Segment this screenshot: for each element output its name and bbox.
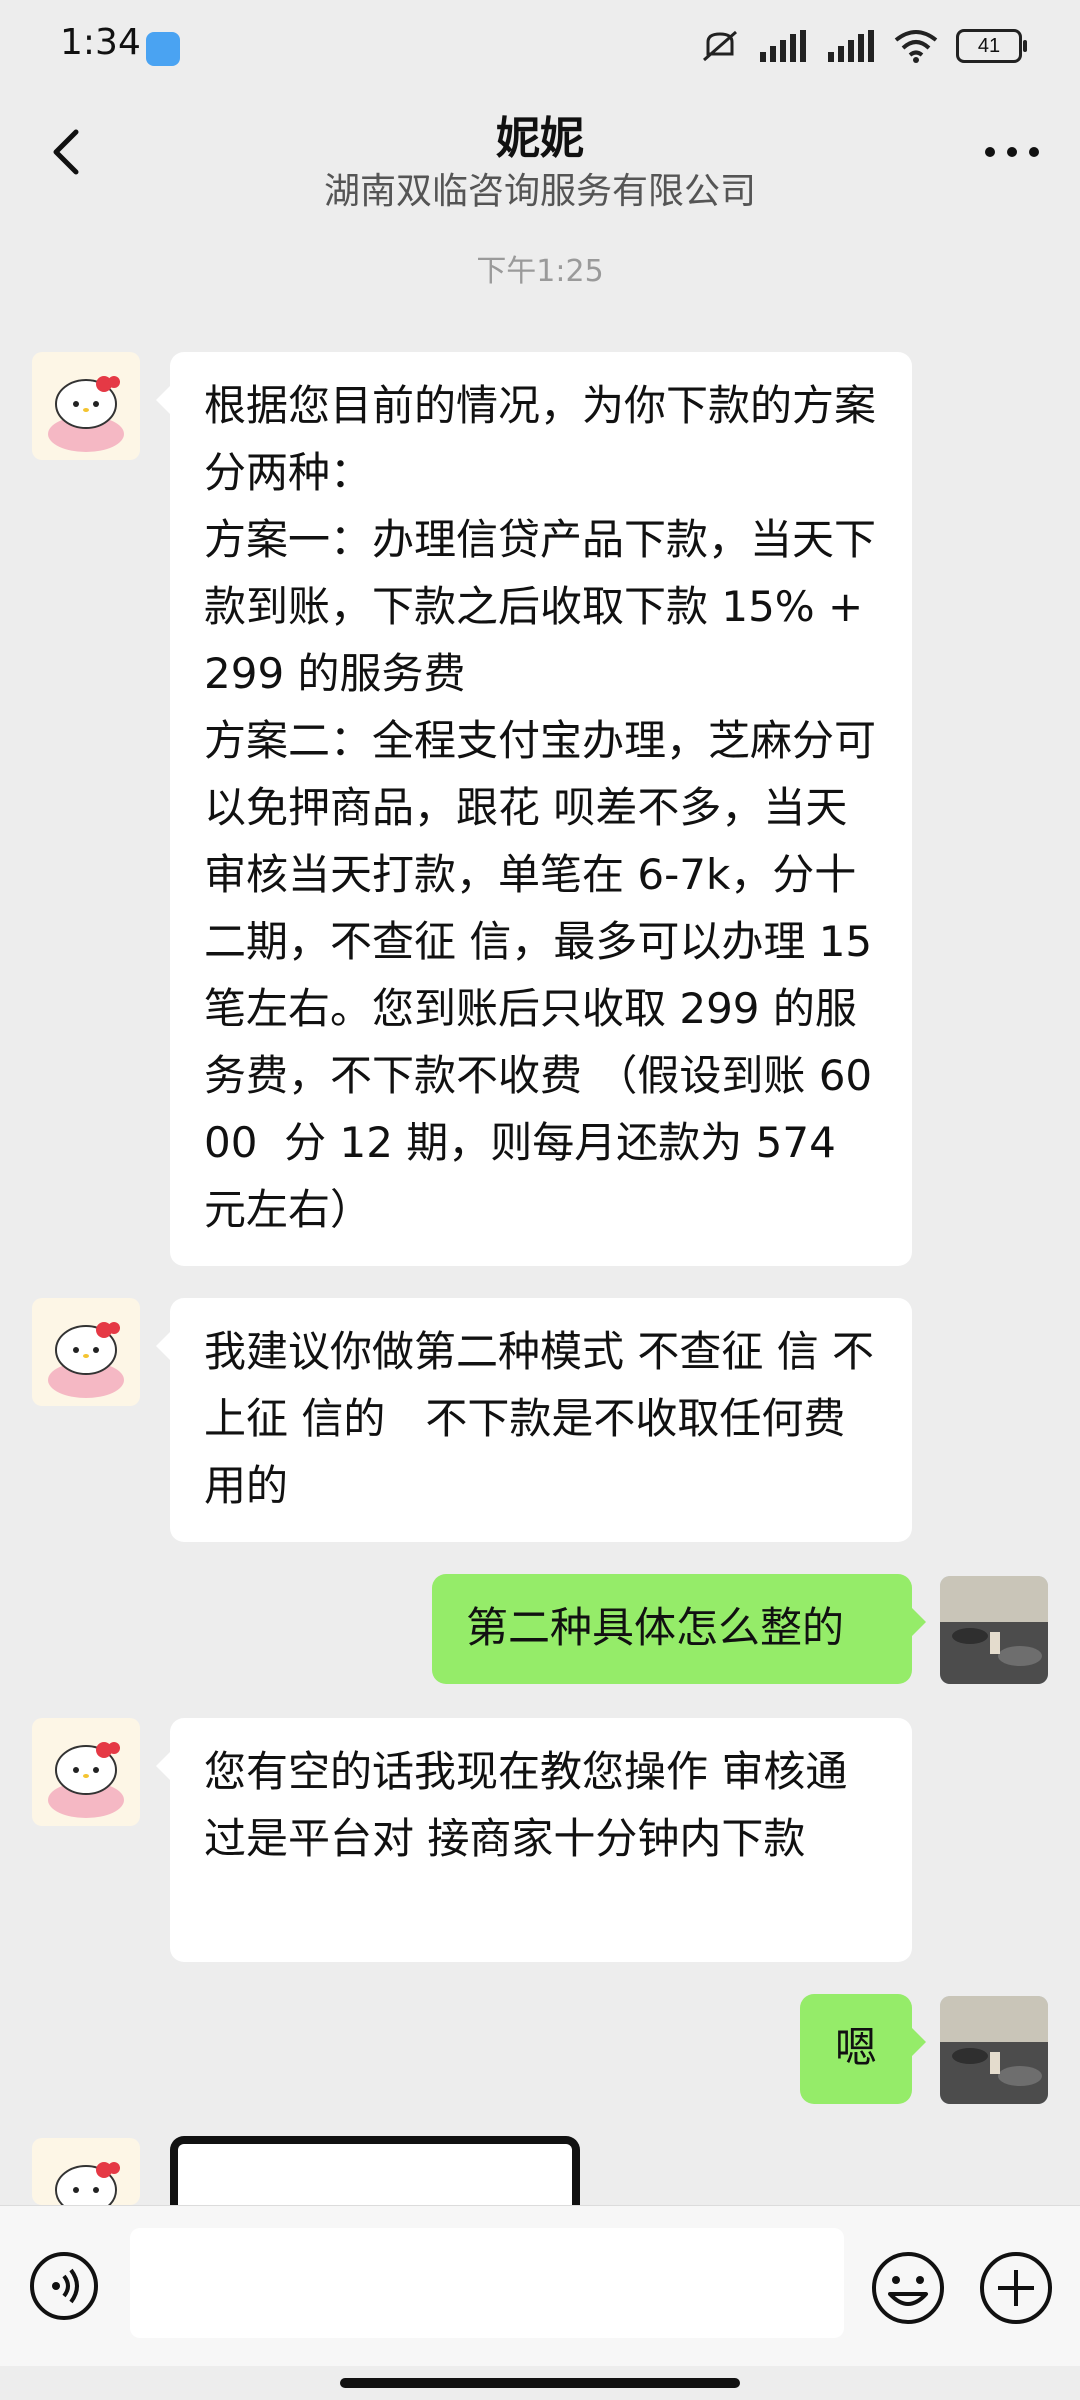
- status-icons: 41: [700, 28, 1027, 64]
- hello-kitty-avatar-icon: [48, 1322, 124, 1398]
- battery-indicator: 41: [956, 29, 1027, 63]
- contact-company: 湖南双临咨询服务有限公司: [323, 171, 756, 212]
- message-bubble[interactable]: 我建议你做第二种模式 不查征 信 不上征 信的 不下款是不收取任何费用的: [156, 1298, 912, 1542]
- beach-photo-avatar-icon: [940, 1576, 1048, 1684]
- status-bar: 1:34 41: [0, 0, 1080, 96]
- contact-avatar[interactable]: [32, 1718, 140, 1826]
- message-bubble-self[interactable]: 嗯: [800, 1994, 926, 2104]
- wifi-icon: [894, 30, 938, 63]
- hello-kitty-avatar-icon: [55, 2162, 120, 2205]
- contact-avatar[interactable]: [32, 2138, 140, 2205]
- cloud-notification-icon: [146, 32, 180, 66]
- contact-avatar[interactable]: [32, 352, 140, 460]
- hello-kitty-avatar-icon: [48, 1742, 124, 1818]
- plus-icon[interactable]: [978, 2250, 1054, 2326]
- beach-photo-avatar-icon: [940, 1996, 1048, 2104]
- mute-icon: [703, 30, 737, 62]
- self-avatar[interactable]: [940, 1576, 1048, 1684]
- message-bubble[interactable]: 您有空的话我现在教您操作 审核通过是平台对 接商家十分钟内下款: [156, 1718, 912, 1962]
- status-time: 1:34: [60, 22, 141, 63]
- hello-kitty-avatar-icon: [48, 376, 124, 452]
- emoji-icon[interactable]: [870, 2250, 946, 2326]
- self-avatar[interactable]: [940, 1996, 1048, 2104]
- voice-icon[interactable]: [28, 2250, 100, 2322]
- chat-header: 妮妮 湖南双临咨询服务有限公司: [0, 96, 1080, 220]
- signal-hd-2-icon: [828, 30, 874, 62]
- home-indicator[interactable]: [340, 2378, 740, 2388]
- contact-name: 妮妮: [496, 113, 584, 164]
- message-input[interactable]: [130, 2228, 844, 2338]
- contact-avatar[interactable]: [32, 1298, 140, 1406]
- message-bubble-self[interactable]: 第二种具体怎么整的: [432, 1574, 926, 1684]
- message-bubble[interactable]: 根据您目前的情况，为你下款的方案分两种： 方案一：办理信贷产品下款，当天下款到账…: [156, 352, 912, 1266]
- message-timestamp: 下午1:25: [476, 254, 604, 289]
- signal-hd-1-icon: [760, 30, 806, 62]
- input-bar: [0, 2205, 1080, 2366]
- more-options-icon[interactable]: [980, 132, 1044, 172]
